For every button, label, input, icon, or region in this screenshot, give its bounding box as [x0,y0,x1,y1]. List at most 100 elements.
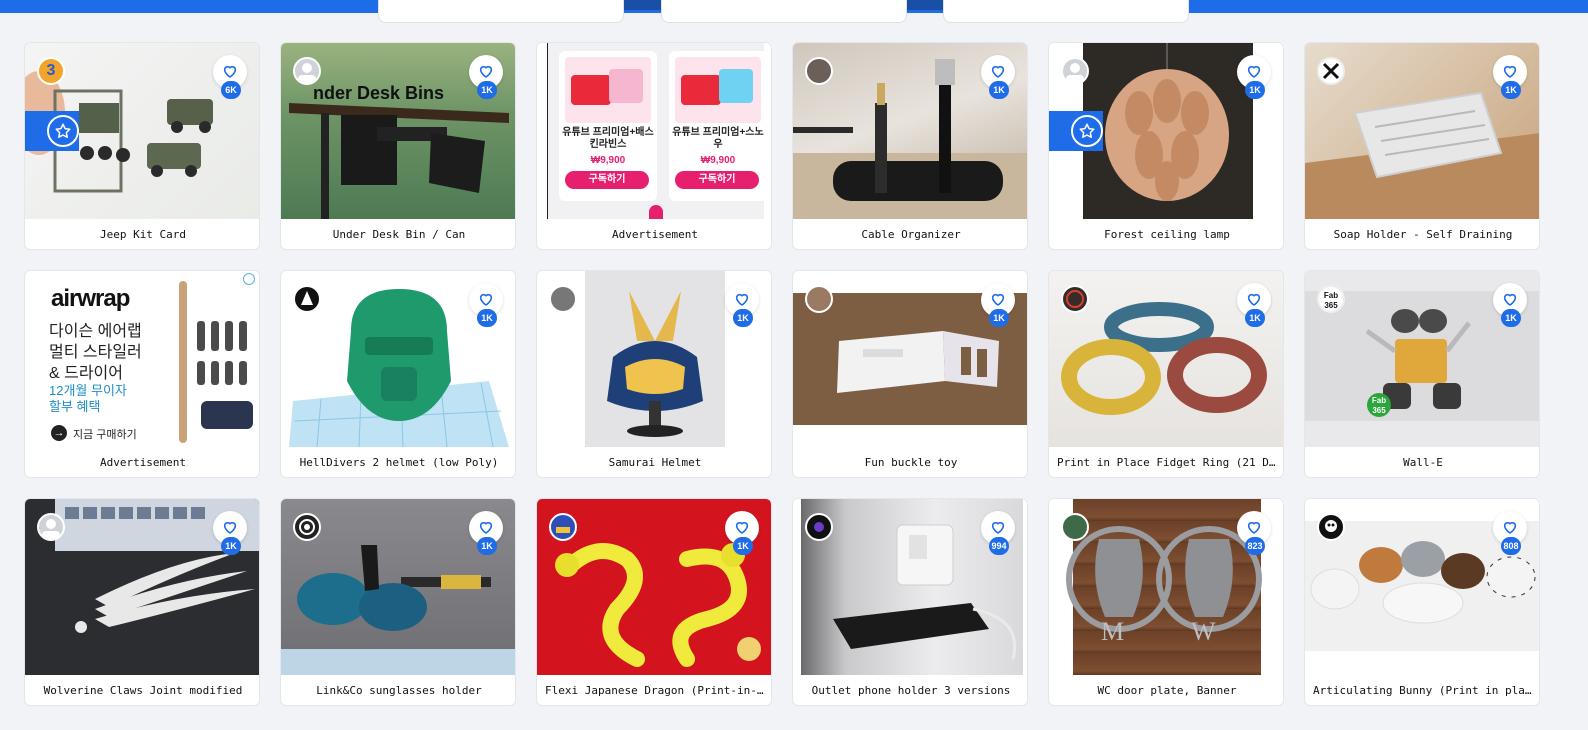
model-card[interactable]: 1K Forest ceiling lamp [1048,42,1284,250]
ad-brand: airwrap [51,285,130,312]
ad-product-tile[interactable]: 유튜브 프리미엄+스노우 ₩9,900 구독하기 [669,51,767,201]
model-title[interactable]: Cable Organizer [793,219,1027,249]
ad-cta[interactable]: 지금 구매하기 [73,426,137,442]
model-card[interactable]: 3 6K Jeep Kit Card [24,42,260,250]
model-card[interactable]: Fab 365 Fab 365 1K Wall-E [1304,270,1540,478]
ad-product-price: ₩9,900 [700,155,736,166]
fab365-badge: Fab 365 [1367,393,1391,417]
heart-icon [479,521,493,534]
model-card[interactable]: 1K Soap Holder - Self Draining [1304,42,1540,250]
like-count: 1K [477,81,497,99]
model-card[interactable]: 1K Flexi Japanese Dragon (Print-in-plac… [536,498,772,706]
creator-avatar[interactable] [549,285,577,313]
creator-avatar[interactable] [805,513,833,541]
filter-dropdown[interactable] [943,0,1189,23]
model-card[interactable]: 1K Wolverine Claws Joint modified [24,498,260,706]
model-title[interactable]: HellDivers 2 helmet (low Poly) [281,447,515,477]
like-count: 1K [989,309,1009,327]
heart-icon [223,521,237,534]
like-count: 1K [477,309,497,327]
model-title[interactable]: Jeep Kit Card [25,219,259,249]
model-title[interactable]: Wolverine Claws Joint modified [25,675,259,705]
heart-icon [991,521,1005,534]
heart-icon [1503,65,1517,78]
heart-icon [991,293,1005,306]
model-title[interactable]: Outlet phone holder 3 versions [793,675,1027,705]
heart-icon [1503,521,1517,534]
model-title[interactable]: WC door plate, Banner [1049,675,1283,705]
like-count: 808 [1501,537,1521,555]
like-count: 1K [733,537,753,555]
creator-avatar[interactable] [293,513,321,541]
heart-icon [1503,293,1517,306]
heart-icon [223,65,237,78]
creator-avatar[interactable]: Fab 365 [1317,285,1345,313]
plate-letter: M [1101,617,1125,646]
filter-dropdown[interactable] [661,0,907,23]
ad-product-tile[interactable]: 유튜브 프리미엄+배스킨라빈스 ₩9,900 구독하기 [559,51,657,201]
creator-avatar[interactable] [1061,285,1089,313]
like-count: 6K [221,81,241,99]
model-card[interactable]: 1K Print in Place Fidget Ring (21 Differ… [1048,270,1284,478]
heart-icon [735,293,749,306]
like-count: 1K [221,537,241,555]
model-card[interactable]: nder Desk Bins 1K Under Desk Bin / Can [280,42,516,250]
like-count: 1K [1245,81,1265,99]
creator-avatar[interactable] [1061,57,1089,85]
creator-avatar[interactable] [549,513,577,541]
ad-promo: 12개월 무이자 할부 혜택 [49,383,127,414]
ad-product-name: 유튜브 프리미엄+배스킨라빈스 [562,127,654,150]
creator-avatar[interactable] [1317,513,1345,541]
model-title[interactable]: Fun buckle toy [793,447,1027,477]
model-title[interactable]: Wall-E [1305,447,1539,477]
creator-avatar[interactable] [293,285,321,313]
like-count: 823 [1245,537,1265,555]
star-icon [55,123,71,138]
ad-product-image [179,281,253,443]
heart-icon [991,65,1005,78]
creator-avatar[interactable] [37,513,65,541]
ad-info-icon[interactable] [243,273,255,285]
model-card[interactable]: 1K Link&Co sunglasses holder [280,498,516,706]
model-title[interactable]: Link&Co sunglasses holder [281,675,515,705]
heart-icon [479,293,493,306]
model-title: Advertisement [611,228,699,241]
model-card[interactable]: 1K Samurai Helmet [536,270,772,478]
model-card[interactable]: 1K HellDivers 2 helmet (low Poly) [280,270,516,478]
advertisement-card[interactable]: airwrap 다이슨 에어랩 멀티 스타일러 & 드라이어 12개월 무이자 할부 … [24,270,260,478]
model-title[interactable]: Forest ceiling lamp [1049,219,1283,249]
plate-letter: W [1191,617,1216,646]
advertisement-card[interactable]: 유튜브 프리미엄+배스킨라빈스 ₩9,900 구독하기 유튜브 프리미엄+스노우… [536,42,772,250]
ad-subscribe-button[interactable]: 구독하기 [565,171,649,189]
creator-avatar[interactable] [1061,513,1089,541]
like-count: 1K [1501,309,1521,327]
ad-subscribe-button[interactable]: 구독하기 [675,171,759,189]
featured-ribbon[interactable] [1049,111,1103,151]
model-title[interactable]: Flexi Japanese Dragon (Print-in-plac… [537,675,771,705]
filter-dropdown[interactable] [378,0,624,23]
creator-avatar[interactable]: 3 [37,57,65,85]
featured-ribbon[interactable] [25,111,79,151]
creator-avatar[interactable] [805,285,833,313]
heart-icon [1247,521,1261,534]
model-card[interactable]: 808 Articulating Bunny (Print in place) [1304,498,1540,706]
arrow-right-icon[interactable]: → [51,425,67,441]
model-card[interactable]: 1K Cable Organizer [792,42,1028,250]
creator-avatar[interactable] [1317,57,1345,85]
like-count: 1K [1501,81,1521,99]
creator-avatar[interactable] [805,57,833,85]
model-title[interactable]: Under Desk Bin / Can [281,219,515,249]
like-count: 1K [477,537,497,555]
model-title[interactable]: Print in Place Fidget Ring (21 Differ… [1049,447,1283,477]
model-title: Advertisement [99,456,187,469]
model-title[interactable]: Articulating Bunny (Print in place) [1305,675,1539,705]
model-title[interactable]: Soap Holder - Self Draining [1305,219,1539,249]
creator-avatar[interactable] [293,57,321,85]
model-title[interactable]: Samurai Helmet [537,447,771,477]
model-card[interactable]: M W 823 WC door plate, Banner [1048,498,1284,706]
model-card[interactable]: 1K Fun buckle toy [792,270,1028,478]
ad-banner[interactable]: airwrap 다이슨 에어랩 멀티 스타일러 & 드라이어 12개월 무이자 할부 … [25,271,259,447]
ad-banner[interactable]: 유튜브 프리미엄+배스킨라빈스 ₩9,900 구독하기 유튜브 프리미엄+스노우… [537,43,771,219]
ad-headline: 다이슨 에어랩 멀티 스타일러 & 드라이어 [49,323,142,382]
model-card[interactable]: 994 Outlet phone holder 3 versions [792,498,1028,706]
